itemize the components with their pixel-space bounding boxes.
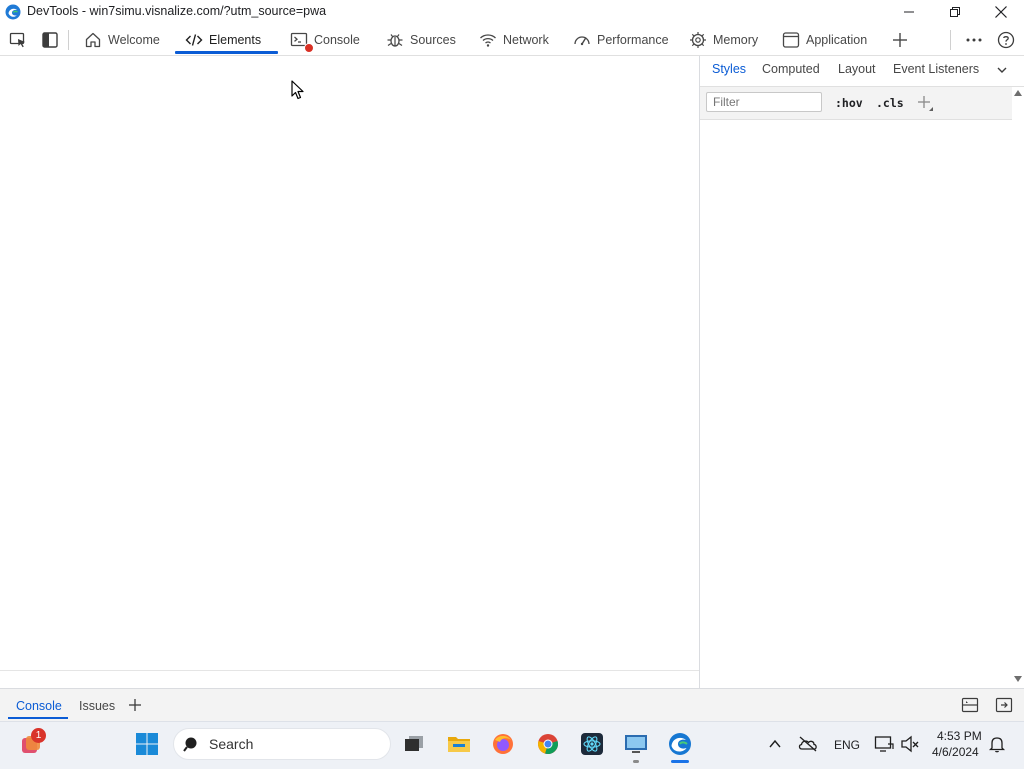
tab-network[interactable]: Network — [479, 24, 549, 55]
tab-event-listeners[interactable]: Event Listeners — [893, 62, 979, 76]
tab-console[interactable]: Console — [290, 24, 360, 55]
title-bar: DevTools - win7simu.visnalize.com/?utm_s… — [0, 0, 1024, 24]
tab-sources[interactable]: Sources — [386, 24, 456, 55]
app-window-icon — [782, 31, 800, 48]
edge-icon[interactable] — [668, 732, 692, 756]
onedrive-offline-icon[interactable] — [797, 735, 819, 753]
dock-drawer-button[interactable] — [961, 697, 979, 713]
tab-elements-label: Elements — [209, 32, 262, 47]
running-indicator — [633, 760, 639, 763]
tab-memory-label: Memory — [713, 32, 759, 47]
toolbar-divider — [68, 30, 69, 50]
customize-menu-button[interactable] — [964, 30, 984, 50]
help-button[interactable] — [996, 30, 1016, 50]
tab-console-label: Console — [314, 32, 360, 47]
volume-muted-icon[interactable] — [900, 735, 920, 753]
start-button[interactable] — [135, 732, 159, 756]
clock-date[interactable]: 4/6/2024 — [932, 745, 979, 759]
search-icon — [183, 736, 199, 752]
dom-tree-panel[interactable] — [0, 56, 699, 670]
remote-desktop-icon[interactable] — [624, 732, 648, 756]
device-emulation-button[interactable] — [40, 30, 60, 50]
plus-icon — [893, 33, 907, 47]
plus-icon — [129, 699, 141, 711]
language-indicator[interactable]: ENG — [834, 738, 860, 752]
notifications-bell-icon[interactable] — [988, 735, 1006, 753]
new-style-rule-button[interactable] — [916, 94, 934, 112]
restore-button[interactable] — [932, 0, 978, 24]
gauge-icon — [574, 35, 590, 45]
taskbar-search-box[interactable] — [173, 728, 391, 760]
network-display-icon[interactable] — [874, 735, 894, 753]
close-drawer-button[interactable] — [995, 697, 1013, 713]
restore-icon — [950, 7, 960, 17]
notification-badge: 1 — [31, 728, 46, 743]
tab-application-label: Application — [806, 32, 868, 47]
chevron-down-icon — [997, 67, 1007, 73]
active-app-indicator — [671, 760, 689, 763]
chevron-up-icon — [769, 739, 781, 748]
clock-time[interactable]: 4:53 PM — [937, 729, 982, 743]
scroll-down-arrow-icon — [1014, 676, 1022, 682]
drawer-tab-console[interactable]: Console — [16, 699, 62, 713]
show-hidden-icons-button[interactable] — [768, 738, 782, 750]
dock-panel-icon — [42, 32, 58, 48]
hover-state-toggle[interactable]: :hov — [835, 96, 863, 110]
tab-application[interactable]: Application — [782, 24, 867, 55]
chip-icon — [690, 31, 706, 48]
bug-icon — [387, 33, 403, 47]
console-error-icon — [304, 42, 314, 53]
plus-icon — [918, 96, 933, 111]
chrome-icon[interactable] — [536, 732, 560, 756]
close-icon — [995, 6, 1007, 18]
tab-computed[interactable]: Computed — [762, 62, 820, 76]
tab-styles[interactable]: Styles — [712, 62, 746, 76]
more-tools-button[interactable] — [890, 30, 910, 50]
styles-filter-input[interactable] — [706, 92, 822, 112]
drawer-toggle-icon — [995, 697, 1013, 713]
code-icon — [185, 33, 203, 46]
wifi-icon — [480, 33, 496, 47]
inspect-icon — [9, 32, 25, 48]
active-tab-indicator — [175, 51, 278, 54]
firefox-icon[interactable] — [491, 732, 515, 756]
file-explorer-icon[interactable] — [447, 732, 471, 756]
tab-welcome-label: Welcome — [108, 32, 160, 47]
inspect-element-button[interactable] — [8, 30, 28, 50]
styles-scrollbar[interactable] — [1012, 87, 1024, 687]
ellipsis-icon — [966, 38, 982, 42]
search-placeholder: Search — [209, 736, 254, 752]
styles-sidebar: Styles Computed Layout Event Listeners — [700, 56, 1024, 688]
close-button[interactable] — [978, 0, 1024, 24]
tab-welcome[interactable]: Welcome — [84, 24, 160, 55]
react-devtools-icon[interactable] — [580, 732, 604, 756]
toolbar-divider-right — [950, 30, 951, 50]
edge-devtools-app-icon — [5, 4, 21, 20]
windows-logo-icon — [136, 733, 158, 755]
tab-memory[interactable]: Memory — [689, 24, 758, 55]
help-icon — [997, 31, 1015, 49]
window-title: DevTools - win7simu.visnalize.com/?utm_s… — [27, 4, 327, 18]
task-view-icon[interactable] — [402, 732, 426, 756]
drawer-tab-issues[interactable]: Issues — [79, 699, 115, 713]
minimize-icon — [904, 11, 914, 13]
more-tabs-chevron-button[interactable] — [996, 64, 1008, 76]
minimize-button[interactable] — [886, 0, 932, 24]
mouse-cursor-icon — [291, 80, 305, 100]
tab-sources-label: Sources — [410, 32, 456, 47]
class-toggle[interactable]: .cls — [876, 96, 904, 110]
dock-icon — [961, 697, 979, 713]
scroll-up-arrow-icon — [1014, 90, 1022, 96]
devtools-toolbar: Welcome Elements Console Sources Network… — [0, 24, 1024, 56]
drawer-add-tab-button[interactable] — [128, 698, 142, 712]
drawer-toolbar: Console Issues — [0, 688, 1024, 721]
tab-performance-label: Performance — [597, 32, 669, 47]
breadcrumb-bar — [0, 670, 699, 688]
tab-network-label: Network — [503, 32, 549, 47]
home-icon — [85, 32, 101, 47]
drawer-active-indicator — [8, 717, 68, 719]
tab-performance[interactable]: Performance — [573, 24, 669, 55]
tab-layout[interactable]: Layout — [838, 62, 876, 76]
